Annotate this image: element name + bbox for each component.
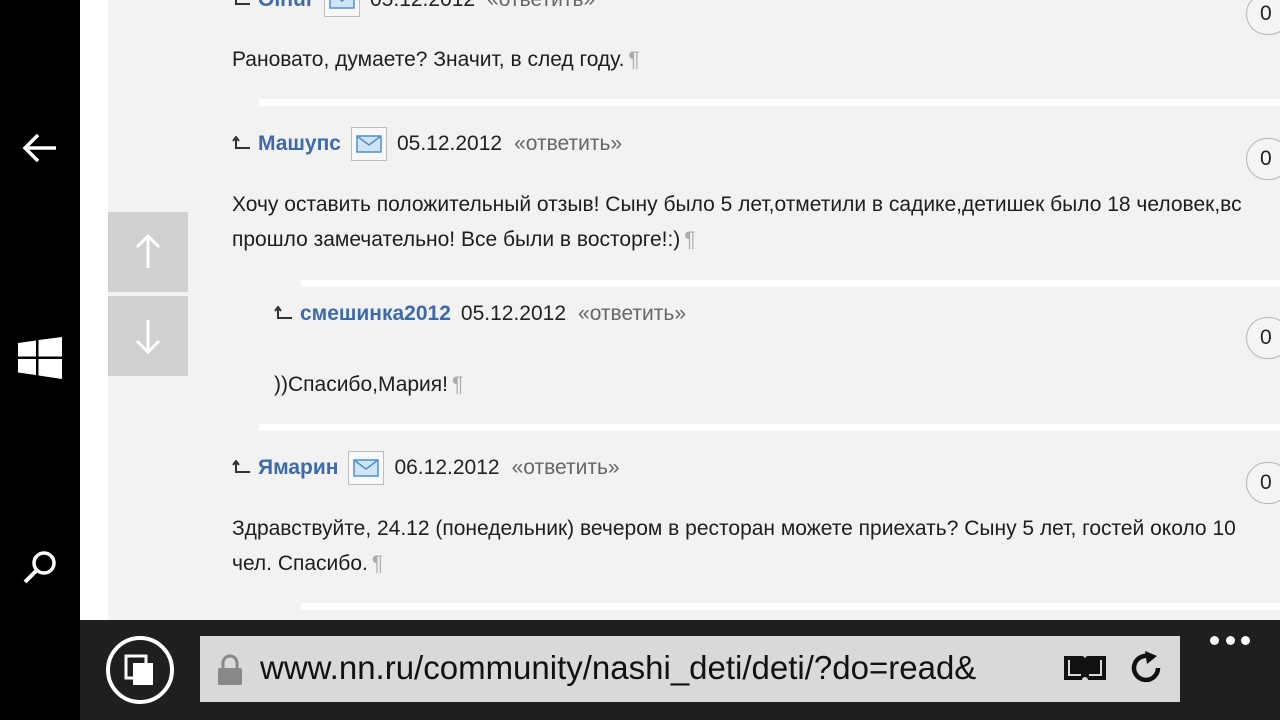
comment-divider bbox=[301, 280, 1280, 287]
comment-line: Рановато, думаете? Значит, в след году. bbox=[232, 48, 625, 71]
comment-line: Хочу оставить положительный отзыв! Сыну … bbox=[232, 193, 1242, 216]
comment-score[interactable]: 0 bbox=[1246, 138, 1280, 180]
comments-section: Olhur 05.12.2012 «ответить» 0 Рановато, … bbox=[108, 0, 1280, 620]
refresh-icon[interactable] bbox=[1128, 650, 1164, 686]
reply-arrow-icon bbox=[274, 306, 292, 319]
reply-arrow-icon bbox=[232, 136, 250, 149]
comment-header: Ямарин 06.12.2012 «ответить» bbox=[232, 451, 620, 485]
comment-author[interactable]: Машупс bbox=[258, 132, 341, 156]
mail-icon bbox=[356, 135, 382, 153]
comment-author[interactable]: смешинка2012 bbox=[300, 302, 451, 326]
comment-line: ))Спасибо,Мария! bbox=[274, 373, 448, 396]
more-icon bbox=[1241, 635, 1250, 645]
pilcrow-mark[interactable]: ¶ bbox=[372, 552, 383, 575]
reply-arrow-icon bbox=[232, 460, 250, 473]
back-arrow-icon bbox=[22, 133, 56, 163]
comment-line: Здравствуйте, 24.12 (понедельник) вечеро… bbox=[232, 517, 1236, 540]
search-icon bbox=[23, 551, 56, 584]
back-button[interactable] bbox=[0, 108, 80, 188]
system-nav-bar bbox=[0, 0, 80, 720]
comment-text: ))Спасибо,Мария! ¶ bbox=[274, 367, 463, 402]
windows-logo-icon bbox=[18, 337, 62, 379]
comment-header: Машупс 05.12.2012 «ответить» bbox=[232, 127, 622, 161]
comment-date: 06.12.2012 bbox=[394, 456, 500, 479]
reply-link[interactable]: «ответить» bbox=[512, 456, 620, 480]
tabs-button[interactable] bbox=[106, 636, 174, 704]
pilcrow-mark[interactable]: ¶ bbox=[628, 48, 639, 71]
reply-link[interactable]: «ответить» bbox=[514, 132, 622, 156]
web-page-viewport[interactable]: Olhur 05.12.2012 «ответить» 0 Рановато, … bbox=[80, 0, 1280, 620]
comment-date: 05.12.2012 bbox=[460, 302, 567, 325]
more-icon bbox=[1210, 635, 1219, 645]
mail-icon bbox=[329, 0, 355, 9]
reply-link[interactable]: «ответить» bbox=[578, 302, 686, 326]
url-text[interactable]: www.nn.ru/community/nashi_deti/deti/?do=… bbox=[260, 646, 1040, 690]
comment-line: прошло замечательно! Все были в восторге… bbox=[232, 228, 681, 251]
comment-text: Хочу оставить положительный отзыв! Сыну … bbox=[232, 187, 1242, 257]
comment-divider bbox=[259, 424, 1280, 431]
comment-line: чел. Спасибо. bbox=[232, 552, 368, 575]
reading-view-icon[interactable] bbox=[1062, 652, 1108, 684]
scroll-up-button[interactable] bbox=[108, 212, 188, 292]
pilcrow-mark[interactable]: ¶ bbox=[684, 228, 695, 251]
comment-divider bbox=[259, 99, 1280, 106]
comment-divider bbox=[301, 603, 1280, 610]
arrow-down-icon bbox=[135, 320, 161, 354]
comment-text: Здравствуйте, 24.12 (понедельник) вечеро… bbox=[232, 511, 1236, 581]
comment-header: Olhur 05.12.2012 «ответить» bbox=[232, 0, 595, 17]
tabs-icon bbox=[124, 654, 153, 685]
scroll-down-button[interactable] bbox=[108, 296, 188, 376]
search-button[interactable] bbox=[0, 528, 80, 608]
browser-bottom-bar: www.nn.ru/community/nashi_deti/deti/?do=… bbox=[80, 620, 1280, 720]
address-bar[interactable]: www.nn.ru/community/nashi_deti/deti/?do=… bbox=[200, 636, 1180, 702]
lock-icon bbox=[218, 654, 242, 685]
more-icon bbox=[1225, 635, 1235, 645]
comment-date: 05.12.2012 bbox=[396, 132, 503, 155]
comment-score[interactable]: 0 bbox=[1246, 317, 1280, 359]
mail-icon bbox=[353, 459, 380, 477]
pilcrow-mark[interactable]: ¶ bbox=[452, 373, 463, 396]
comment-author[interactable]: Ямарин bbox=[258, 456, 338, 480]
arrow-up-icon bbox=[135, 234, 161, 268]
comment-text: Рановато, думаете? Значит, в след году. ¶ bbox=[232, 42, 640, 77]
comment-author[interactable]: Olhur bbox=[258, 0, 314, 12]
comment-score[interactable]: 0 bbox=[1246, 0, 1280, 35]
start-button[interactable] bbox=[0, 318, 80, 398]
mail-button[interactable] bbox=[348, 451, 385, 485]
more-button[interactable] bbox=[1210, 630, 1250, 650]
reply-arrow-icon bbox=[235, 0, 250, 5]
reply-link[interactable]: «ответить» bbox=[487, 0, 595, 12]
mail-button[interactable] bbox=[350, 127, 387, 161]
mail-button[interactable] bbox=[324, 0, 360, 17]
comment-header: смешинка2012 05.12.2012 «ответить» bbox=[274, 302, 686, 326]
comment-date: 05.12.2012 bbox=[370, 0, 475, 12]
comment-score[interactable]: 0 bbox=[1246, 462, 1280, 504]
